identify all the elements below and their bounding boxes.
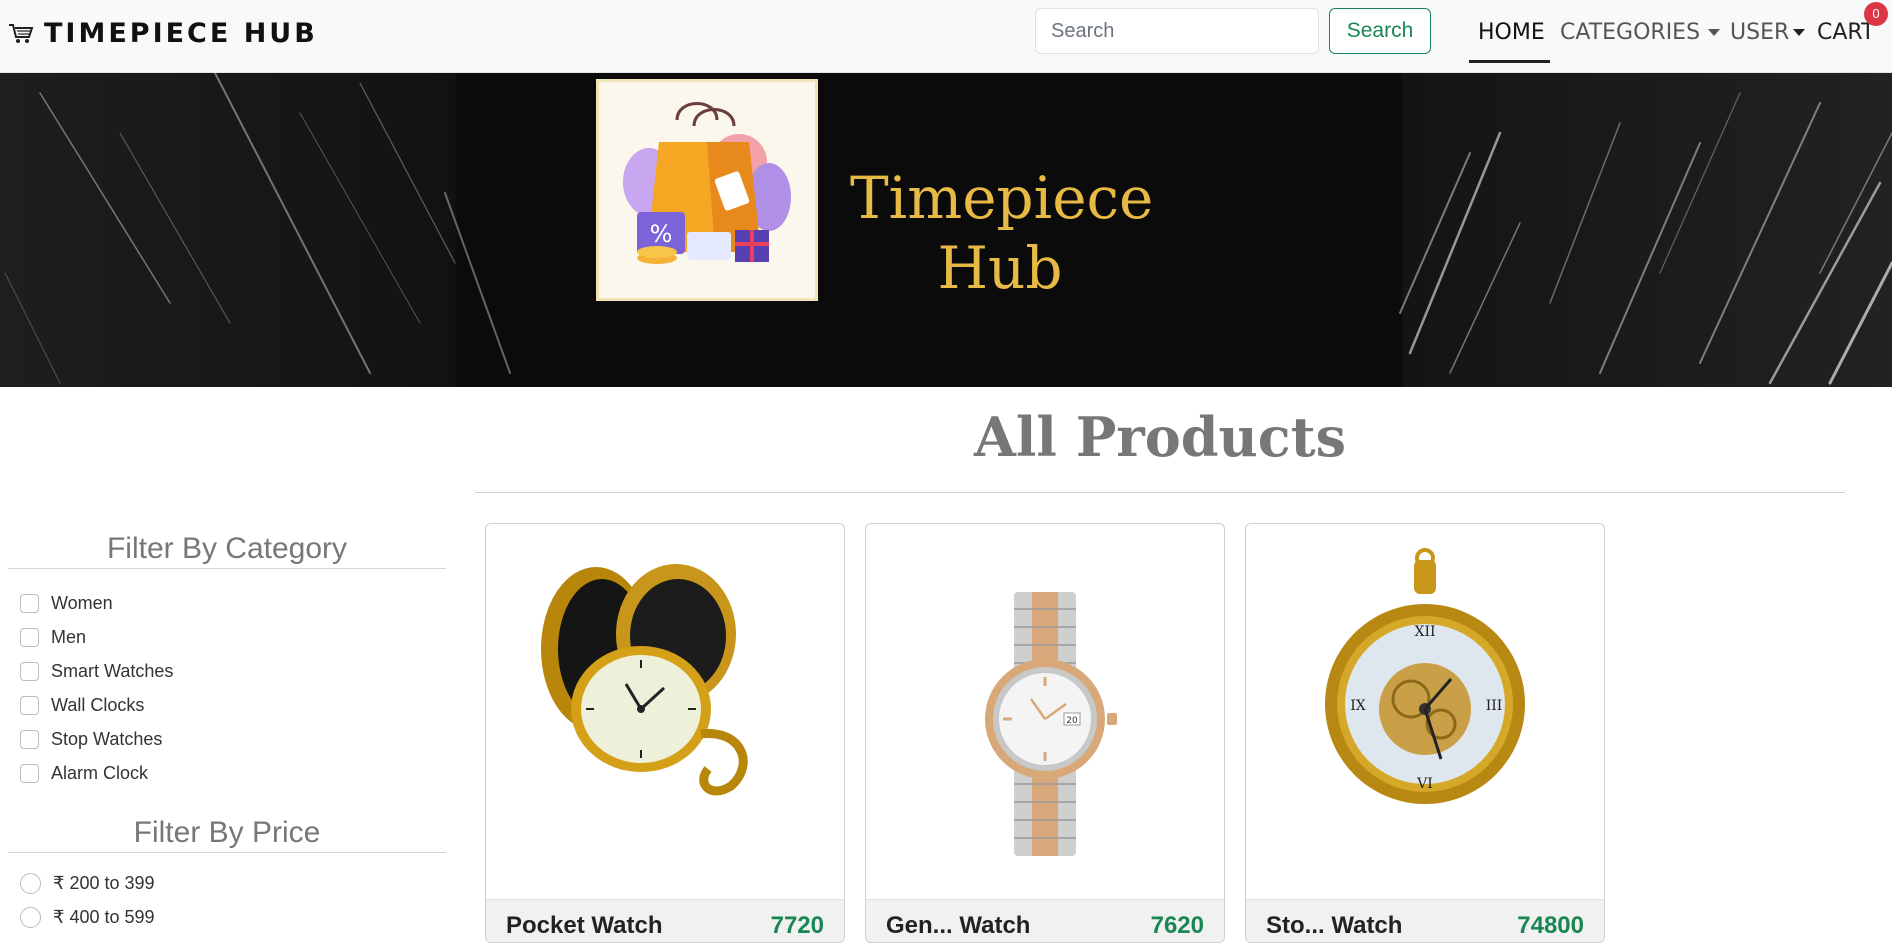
brand[interactable]: TIMEPIECE HUB (8, 18, 318, 49)
banner-title-line1: Timepiece (850, 164, 1154, 232)
top-navbar: TIMEPIECE HUB Search HOME CATEGORIES USE… (0, 0, 1892, 73)
category-option-wall-clocks[interactable]: Wall Clocks (20, 688, 173, 722)
banner-title: Timepiece Hub (850, 163, 1154, 303)
category-option-label: Wall Clocks (51, 694, 145, 715)
active-nav-indicator (1469, 60, 1550, 63)
checkbox[interactable] (20, 695, 39, 715)
checkbox[interactable] (20, 661, 39, 681)
svg-text:20: 20 (1066, 716, 1078, 726)
svg-text:III: III (1486, 698, 1503, 714)
category-option-label: Alarm Clock (51, 762, 149, 783)
nav-categories-dropdown[interactable]: CATEGORIES (1560, 20, 1721, 45)
product-price: 7720 (770, 912, 824, 939)
skeleton-pocket-watch-icon: XII VI IX III (1325, 548, 1525, 804)
product-card[interactable]: 20 Gen... Watch 7620 (865, 523, 1225, 943)
price-option-label: ₹ 400 to 599 (53, 906, 155, 927)
product-price: 74800 (1517, 912, 1584, 939)
price-filter-divider (8, 852, 446, 853)
product-card[interactable]: XII VI IX III Sto... Watch 74800 (1245, 523, 1605, 943)
svg-text:%: % (650, 220, 673, 248)
nav-cart-label: CART (1817, 20, 1875, 45)
wrist-watch-icon: 20 (985, 592, 1117, 856)
product-name: Sto... Watch (1266, 912, 1403, 939)
product-name: Pocket Watch (506, 912, 663, 939)
nav-home-label: HOME (1478, 20, 1545, 45)
page-title: All Products (973, 405, 1347, 469)
radio-button[interactable] (20, 906, 41, 928)
checkbox[interactable] (20, 627, 39, 647)
shopping-bag-icon: % (623, 102, 791, 264)
radio-button[interactable] (20, 872, 41, 894)
cart-count-badge: 0 (1864, 2, 1888, 26)
category-filter-divider (8, 568, 446, 569)
caret-down-icon (1793, 29, 1806, 36)
search-button[interactable]: Search (1329, 8, 1431, 54)
category-filter-heading: Filter By Category (106, 532, 348, 565)
svg-text:XII: XII (1414, 624, 1435, 640)
category-option-stop-watches[interactable]: Stop Watches (20, 722, 173, 756)
category-option-label: Stop Watches (51, 728, 163, 749)
cart-icon (9, 23, 34, 43)
price-filter-heading: Filter By Price (133, 816, 321, 849)
nav-user-label: USER (1730, 20, 1790, 45)
checkbox[interactable] (20, 729, 39, 749)
pocket-watch-icon (541, 564, 748, 796)
caret-down-icon (1708, 29, 1721, 36)
product-card[interactable]: Pocket Watch 7720 (485, 523, 845, 943)
category-filter-list: Women Men Smart Watches Wall Clocks Stop… (20, 586, 173, 790)
category-option-alarm-clock[interactable]: Alarm Clock (20, 756, 173, 790)
category-option-men[interactable]: Men (20, 620, 173, 654)
nav-home[interactable]: HOME (1478, 20, 1545, 45)
checkbox[interactable] (20, 763, 39, 783)
nav-user-dropdown[interactable]: USER (1730, 20, 1806, 45)
product-card-footer: Sto... Watch 74800 (1246, 899, 1604, 942)
product-card-footer: Pocket Watch 7720 (486, 899, 844, 942)
nav-categories-label: CATEGORIES (1560, 20, 1701, 45)
price-option-200-399[interactable]: ₹ 200 to 399 (20, 866, 155, 900)
search-input[interactable] (1035, 8, 1319, 54)
price-filter-list: ₹ 200 to 399 ₹ 400 to 599 (20, 866, 155, 934)
checkbox[interactable] (20, 593, 39, 613)
category-option-label: Women (51, 592, 113, 613)
price-option-label: ₹ 200 to 399 (53, 872, 155, 893)
category-option-label: Men (51, 626, 87, 647)
category-option-smart-watches[interactable]: Smart Watches (20, 654, 173, 688)
product-card-footer: Gen... Watch 7620 (866, 899, 1224, 942)
product-name: Gen... Watch (886, 912, 1031, 939)
svg-text:IX: IX (1350, 698, 1366, 714)
category-option-label: Smart Watches (51, 660, 174, 681)
title-divider (475, 492, 1845, 493)
svg-text:VI: VI (1416, 776, 1433, 792)
nav-cart[interactable]: CART (1817, 20, 1875, 45)
banner-title-line2: Hub (937, 234, 1063, 302)
price-option-400-599[interactable]: ₹ 400 to 599 (20, 900, 155, 934)
banner-logo: % (596, 79, 818, 301)
brand-name: TIMEPIECE HUB (44, 18, 318, 49)
hero-banner: % Timepiece Hub (0, 73, 1892, 387)
product-price: 7620 (1150, 912, 1204, 939)
category-option-women[interactable]: Women (20, 586, 173, 620)
